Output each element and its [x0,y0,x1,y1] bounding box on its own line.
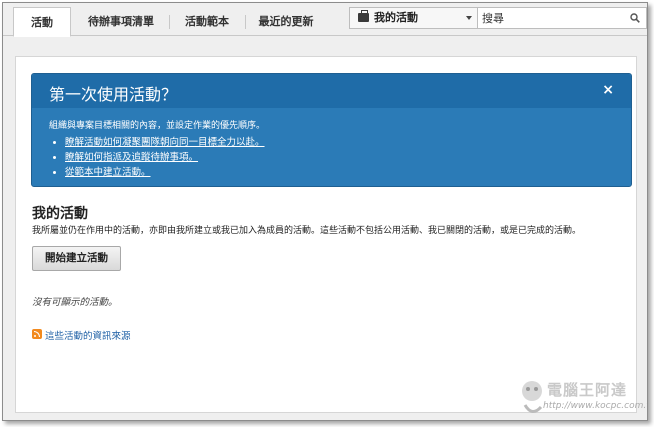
chevron-down-icon [466,16,472,20]
create-from-template-link[interactable]: 從範本中建立活動。 [65,167,151,178]
search-icon[interactable] [630,13,640,23]
close-icon[interactable]: × [602,83,614,97]
tab-todo-lists[interactable]: 待辦事項清單 [75,7,167,36]
banner-title: 第一次使用活動？ [49,85,178,104]
app-window: 活動 待辦事項清單 活動範本 最近的更新 我的活動 第一次使用活動？ × 組織與… [2,2,648,421]
tab-bar: 活動 待辦事項清單 活動範本 最近的更新 我的活動 [3,3,647,37]
briefcase-icon [358,10,369,22]
list-item: 瞭解如何指派及追蹤待辦事項。 [65,150,265,165]
learn-goals-link[interactable]: 瞭解活動如何凝聚團隊朝向同一目標全力以赴。 [65,137,265,148]
main-panel: 第一次使用活動？ × 組織與專案目標相關的內容，並設定作業的優先順序。 瞭解活動… [15,56,637,413]
scope-select[interactable]: 我的活動 [349,7,477,29]
tab-activity-templates[interactable]: 活動範本 [171,7,243,36]
feed-link-label: 這些活動的資訊來源 [45,331,131,342]
start-activity-button[interactable]: 開始建立活動 [32,246,121,271]
scope-select-value: 我的活動 [374,11,418,24]
search-input[interactable] [482,10,622,26]
watermark-url: http://www.kocpc.com.tw [543,401,648,411]
watermark-brand: 電腦王阿達 [547,381,628,399]
rss-icon [32,329,42,339]
page-description: 我所屬並仍在作用中的活動，亦即由我所建立或我已加入為成員的活動。這些活動不包括公… [32,226,582,236]
banner-link-list: 瞭解活動如何凝聚團隊朝向同一目標全力以赴。 瞭解如何指派及追蹤待辦事項。 從範本… [65,135,265,180]
first-use-banner: 第一次使用活動？ × 組織與專案目標相關的內容，並設定作業的優先順序。 瞭解活動… [31,73,632,187]
empty-state-message: 沒有可顯示的活動。 [32,297,118,308]
list-item: 從範本中建立活動。 [65,165,265,180]
tab-activities[interactable]: 活動 [13,7,71,37]
tab-divider [169,15,170,29]
search-box [477,7,647,29]
watermark: 電腦王阿達 http://www.kocpc.com.tw [513,375,648,420]
learn-assign-todos-link[interactable]: 瞭解如何指派及追蹤待辦事項。 [65,152,198,163]
page-title: 我的活動 [32,206,88,222]
tab-recent-updates[interactable]: 最近的更新 [247,7,325,36]
mascot-logo [522,381,543,413]
banner-description: 組織與專案目標相關的內容，並設定作業的優先順序。 [49,121,266,131]
list-item: 瞭解活動如何凝聚團隊朝向同一目標全力以赴。 [65,135,265,150]
tab-divider [245,15,246,29]
